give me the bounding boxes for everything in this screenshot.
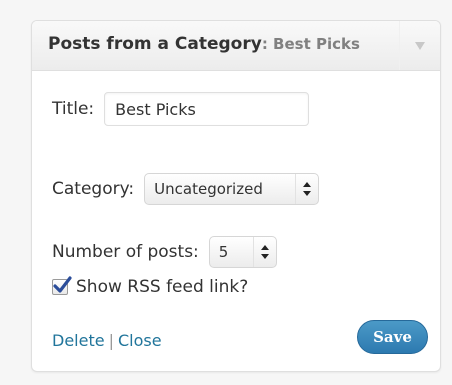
category-select-value: Uncategorized xyxy=(154,180,263,198)
rss-checkbox[interactable] xyxy=(52,276,72,295)
save-button[interactable]: Save xyxy=(357,320,428,354)
delete-link[interactable]: Delete xyxy=(52,331,105,350)
checkmark-icon xyxy=(53,276,72,293)
widget-title-text: Posts from a Category xyxy=(48,34,262,54)
rss-row: Show RSS feed link? xyxy=(52,276,249,297)
updown-arrows-icon xyxy=(295,174,318,204)
number-select[interactable]: 5 xyxy=(208,236,277,268)
number-row: Number of posts: 5 xyxy=(52,236,277,268)
widget-header[interactable]: Posts from a Category: Best Picks xyxy=(32,21,440,71)
widget-panel: Posts from a Category: Best Picks Title:… xyxy=(31,20,441,372)
widget-subtitle: : Best Picks xyxy=(261,35,360,53)
close-link[interactable]: Close xyxy=(118,331,162,350)
category-row: Category: Uncategorized xyxy=(52,173,320,205)
title-input-value: Best Picks xyxy=(115,99,196,119)
category-label: Category: xyxy=(52,179,135,199)
category-select[interactable]: Uncategorized xyxy=(144,173,320,205)
widget-toggle-button[interactable] xyxy=(399,21,440,70)
number-select-value: 5 xyxy=(218,243,229,261)
rss-label: Show RSS feed link? xyxy=(76,277,249,297)
footer-links: Delete | Close xyxy=(52,331,162,350)
title-row: Title: Best Picks xyxy=(52,92,310,126)
title-label: Title: xyxy=(52,99,95,119)
title-input[interactable]: Best Picks xyxy=(104,92,310,126)
number-label: Number of posts: xyxy=(52,242,199,262)
updown-arrows-icon xyxy=(252,237,276,267)
widget-title: Posts from a Category: Best Picks xyxy=(48,34,360,54)
triangle-down-icon xyxy=(415,41,425,50)
link-separator: | xyxy=(108,331,114,350)
